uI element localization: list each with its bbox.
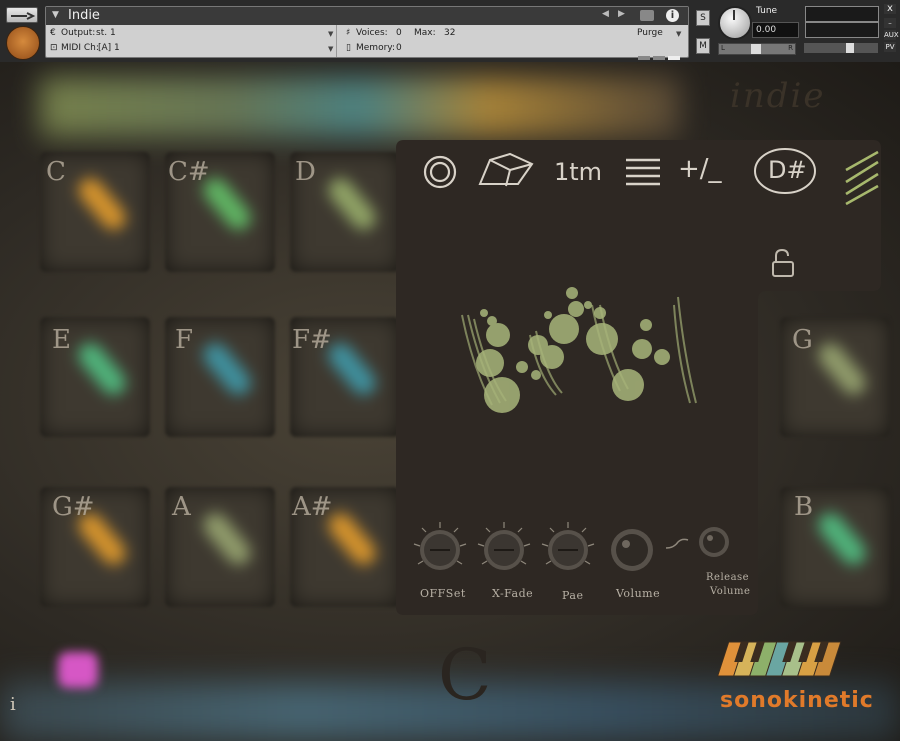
company-logo: sonokinetic bbox=[720, 688, 874, 713]
pan-slider-thumb[interactable] bbox=[751, 44, 761, 54]
memory-value: 0 bbox=[396, 43, 402, 53]
midi-value[interactable]: [A] 1 bbox=[98, 43, 120, 53]
tune-label: Tune bbox=[756, 6, 778, 16]
pan-left-label: L bbox=[721, 44, 725, 52]
tune-knob[interactable] bbox=[718, 6, 752, 40]
target-circle-icon[interactable] bbox=[422, 154, 458, 190]
xfade-knob[interactable] bbox=[474, 520, 534, 580]
title-row: ▼ Indie ◀ ▶ i bbox=[46, 7, 688, 25]
release-label: Release bbox=[706, 572, 750, 583]
pad-label-f: F bbox=[175, 325, 194, 355]
list-lines-icon[interactable] bbox=[624, 156, 662, 188]
midi-label: MIDI Ch: bbox=[61, 43, 99, 53]
pan-label: Pae bbox=[562, 589, 584, 602]
keyboard-logo-icon bbox=[717, 641, 842, 677]
pad-label-e: E bbox=[52, 325, 71, 355]
instrument-title[interactable]: Indie bbox=[68, 8, 100, 23]
folder-open-icon[interactable] bbox=[476, 150, 536, 190]
selected-key-label: D# bbox=[768, 156, 807, 184]
instrument-panel: ▼ Indie ◀ ▶ i € Output: st. 1 ▼ ⊡ MIDI C… bbox=[45, 6, 689, 60]
wrench-button[interactable] bbox=[6, 7, 38, 23]
release-volume-label: Volume bbox=[710, 586, 751, 597]
pad-label-a-sharp: A# bbox=[292, 492, 333, 522]
collapse-arrow-icon[interactable]: ▼ bbox=[52, 10, 59, 20]
info-icon[interactable]: i bbox=[666, 9, 679, 22]
pan-slider[interactable]: L R bbox=[718, 43, 796, 55]
wrench-icon bbox=[11, 12, 36, 20]
offset-knob[interactable] bbox=[410, 520, 470, 580]
purge-dropdown-icon[interactable]: ▼ bbox=[676, 30, 681, 38]
pad-label-a: A bbox=[172, 492, 191, 522]
purge-button[interactable]: Purge bbox=[637, 28, 663, 38]
midi-dropdown-icon[interactable]: ▼ bbox=[328, 45, 333, 53]
volume-slider[interactable] bbox=[804, 43, 878, 53]
volume-label: Volume bbox=[616, 587, 661, 600]
pad-label-g-sharp: G# bbox=[52, 492, 95, 522]
minimize-button[interactable]: – bbox=[884, 18, 896, 28]
offset-label: OFFSet bbox=[420, 587, 466, 600]
solo-button[interactable]: S bbox=[696, 10, 710, 26]
voices-icon: ♯ bbox=[346, 28, 351, 38]
level-meter-right bbox=[805, 22, 879, 38]
kontakt-header: ▼ Indie ◀ ▶ i € Output: st. 1 ▼ ⊡ MIDI C… bbox=[0, 0, 900, 62]
tune-value[interactable]: 0.00 bbox=[752, 22, 799, 38]
current-note-display: C bbox=[438, 634, 492, 716]
tune-toggle[interactable]: +/_ bbox=[678, 154, 722, 184]
level-meter-left bbox=[805, 6, 879, 22]
voices-value: 0 bbox=[396, 28, 402, 38]
green-stripes-icon[interactable] bbox=[844, 150, 880, 206]
release-volume-knob[interactable] bbox=[694, 522, 734, 562]
link-wave-icon bbox=[665, 538, 689, 549]
output-value[interactable]: st. 1 bbox=[96, 28, 116, 38]
max-value[interactable]: 32 bbox=[444, 28, 455, 38]
prev-instrument-icon[interactable]: ◀ bbox=[602, 9, 609, 19]
volume-knob[interactable] bbox=[602, 520, 662, 580]
blurred-color-strip bbox=[40, 77, 680, 137]
mode-label[interactable]: 1tm bbox=[554, 158, 602, 186]
instrument-logo bbox=[6, 26, 40, 60]
divider bbox=[336, 25, 337, 57]
footer-info-icon[interactable]: i bbox=[10, 694, 16, 715]
camera-icon[interactable] bbox=[640, 10, 654, 21]
output-dropdown-icon[interactable]: ▼ bbox=[328, 30, 333, 38]
pan-knob[interactable] bbox=[538, 520, 598, 580]
voices-label: Voices: bbox=[356, 28, 388, 38]
memory-label: Memory: bbox=[356, 43, 395, 53]
pad-label-c: C bbox=[46, 157, 66, 187]
mute-button[interactable]: M bbox=[696, 38, 710, 54]
brand-logo: indie bbox=[730, 76, 826, 116]
memory-icon: ▯ bbox=[346, 43, 351, 53]
volume-slider-thumb[interactable] bbox=[846, 43, 854, 53]
pan-right-label: R bbox=[788, 44, 793, 52]
output-label: Output: bbox=[61, 28, 96, 38]
pink-indicator[interactable] bbox=[58, 652, 98, 688]
pad-label-f-sharp: F# bbox=[292, 325, 332, 355]
unlock-icon[interactable] bbox=[770, 248, 798, 278]
next-instrument-icon[interactable]: ▶ bbox=[618, 9, 625, 19]
pv-button[interactable]: PV bbox=[884, 42, 896, 52]
aux-button[interactable]: AUX bbox=[884, 30, 899, 40]
close-button[interactable]: x bbox=[884, 4, 896, 14]
output-icon: € bbox=[50, 28, 56, 38]
xfade-label: X-Fade bbox=[492, 587, 534, 600]
midi-icon: ⊡ bbox=[50, 43, 58, 53]
max-label: Max: bbox=[414, 28, 436, 38]
pad-label-c-sharp: C# bbox=[168, 157, 210, 187]
indie-splat-graphic bbox=[461, 287, 697, 413]
settings-overlay: 1tm +/_ D# OFFSet X-Fade Pae Volume Rele… bbox=[396, 140, 881, 615]
pad-label-d: D bbox=[295, 157, 316, 187]
